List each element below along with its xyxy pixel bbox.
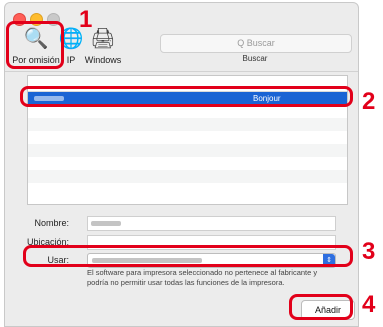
callout-box-1 xyxy=(6,21,64,69)
name-field[interactable] xyxy=(87,216,336,231)
printer-list-row[interactable] xyxy=(28,118,347,131)
printer-list-row[interactable] xyxy=(28,170,347,183)
search-caption: Buscar xyxy=(242,54,268,63)
driver-warning: El software para impresora seleccionado … xyxy=(87,268,318,287)
name-label: Nombre: xyxy=(34,218,69,228)
toolbar-divider xyxy=(5,71,358,72)
printer-list-row[interactable] xyxy=(28,157,347,170)
printer-list-row[interactable] xyxy=(28,131,347,144)
callout-box-3 xyxy=(23,245,353,267)
windows-button-label: Windows xyxy=(84,55,122,65)
search-input[interactable]: Q Buscar xyxy=(160,34,352,53)
step-number-1: 1 xyxy=(79,6,93,33)
step-number-3: 3 xyxy=(362,238,376,265)
printer-list-row[interactable] xyxy=(28,183,347,196)
step-number-4: 4 xyxy=(362,291,376,318)
step-number-2: 2 xyxy=(362,88,376,115)
name-value-redacted xyxy=(91,221,121,226)
callout-box-2 xyxy=(20,86,353,107)
callout-box-4 xyxy=(289,294,353,320)
printer-list-row[interactable] xyxy=(28,144,347,157)
